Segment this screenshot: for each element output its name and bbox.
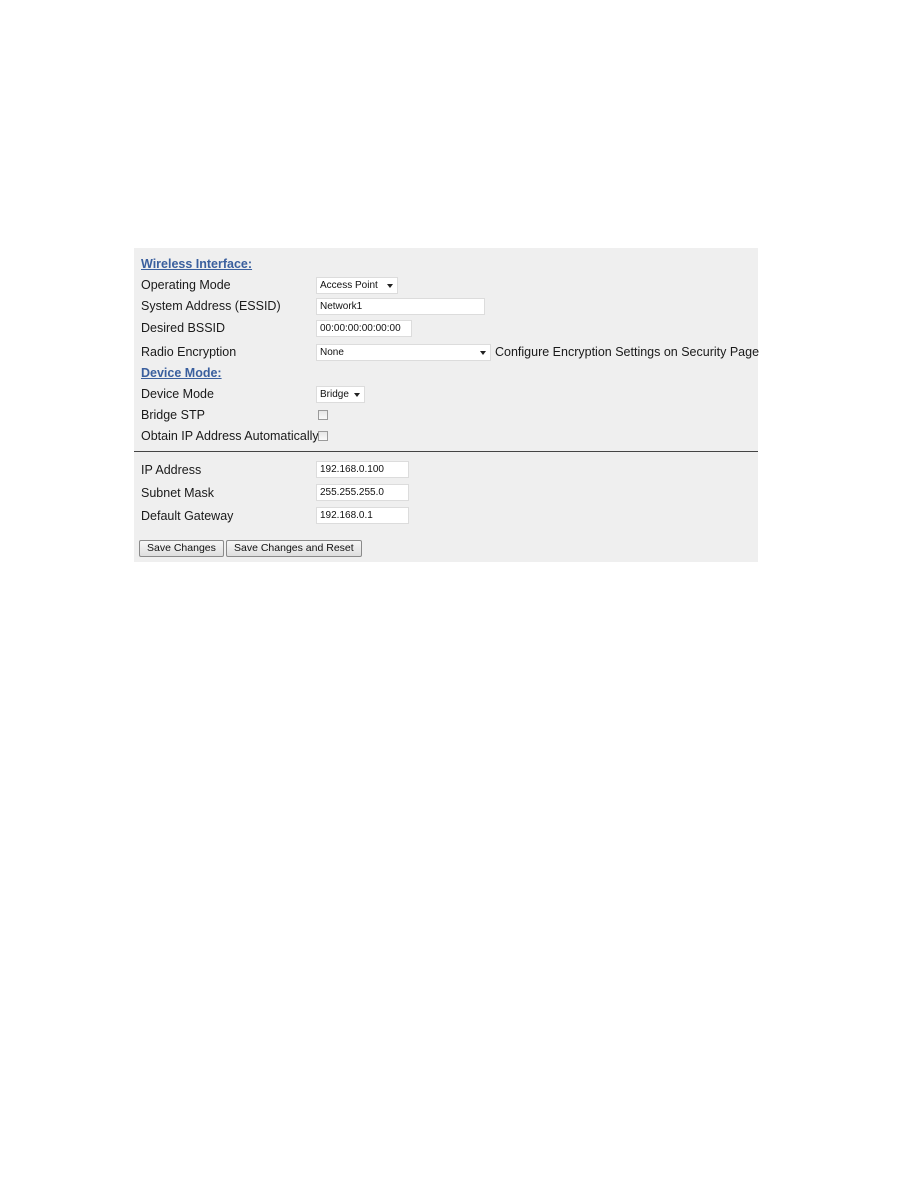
bridge-stp-checkbox[interactable]: [318, 410, 328, 420]
radio-encryption-value: None: [320, 347, 344, 358]
device-mode-select[interactable]: Bridge: [316, 386, 365, 403]
device-mode-label: Device Mode: [141, 387, 214, 401]
section-title-wireless-interface: Wireless Interface:: [141, 257, 253, 271]
bridge-stp-label: Bridge STP: [141, 408, 205, 422]
obtain-ip-checkbox[interactable]: [318, 431, 328, 441]
settings-panel: Wireless Interface: Operating Mode Acces…: [134, 248, 760, 562]
subnet-mask-label: Subnet Mask: [141, 486, 214, 500]
bssid-input[interactable]: 00:00:00:00:00:00: [316, 320, 412, 337]
bssid-label: Desired BSSID: [141, 321, 226, 335]
encryption-note: Configure Encryption Settings on Securit…: [495, 345, 760, 359]
ip-address-input[interactable]: 192.168.0.100: [316, 461, 409, 478]
save-changes-and-reset-button[interactable]: Save Changes and Reset: [226, 540, 362, 557]
radio-encryption-select[interactable]: None: [316, 344, 491, 361]
device-mode-value: Bridge: [320, 389, 349, 400]
operating-mode-select[interactable]: Access Point: [316, 277, 398, 294]
chevron-down-icon: [387, 284, 393, 288]
chevron-down-icon: [480, 351, 486, 355]
essid-input[interactable]: Network1: [316, 298, 485, 315]
operating-mode-value: Access Point: [320, 280, 378, 291]
radio-encryption-label: Radio Encryption: [141, 345, 237, 359]
subnet-mask-input[interactable]: 255.255.255.0: [316, 484, 409, 501]
section-title-device-mode: Device Mode:: [141, 366, 222, 380]
save-changes-button[interactable]: Save Changes: [139, 540, 224, 557]
essid-label: System Address (ESSID): [141, 299, 281, 313]
divider: [134, 451, 758, 452]
ip-address-label: IP Address: [141, 463, 202, 477]
chevron-down-icon: [354, 393, 360, 397]
obtain-ip-label: Obtain IP Address Automatically: [141, 429, 319, 443]
default-gateway-label: Default Gateway: [141, 509, 234, 523]
default-gateway-input[interactable]: 192.168.0.1: [316, 507, 409, 524]
operating-mode-label: Operating Mode: [141, 278, 231, 292]
